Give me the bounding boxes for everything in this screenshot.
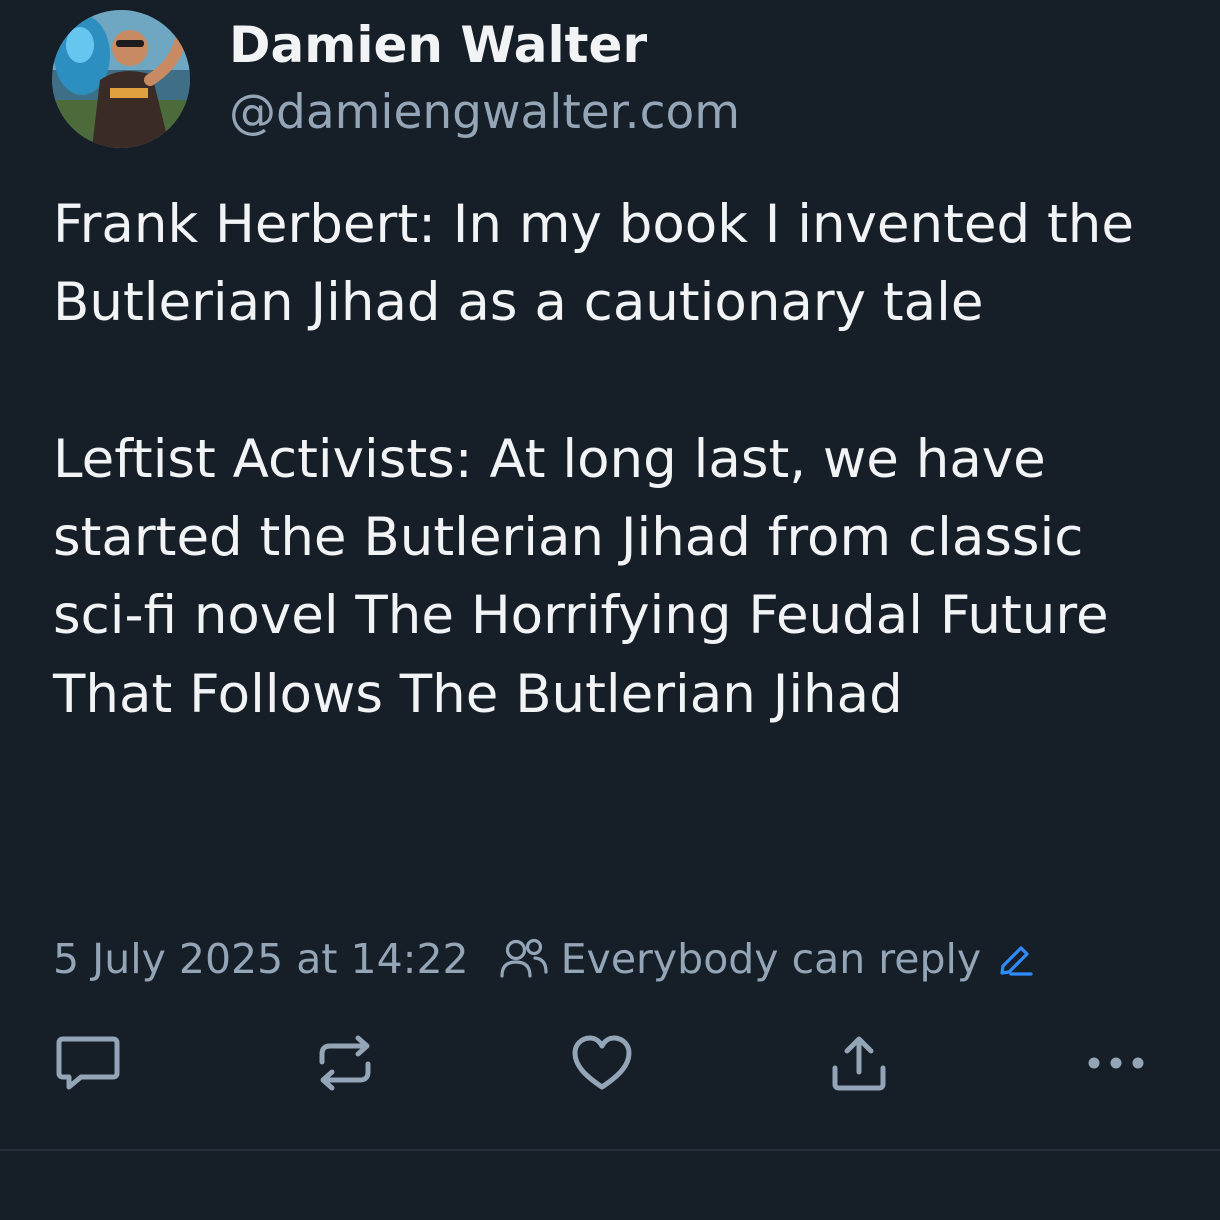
repost-button[interactable] <box>310 1030 380 1100</box>
share-button[interactable] <box>824 1030 894 1100</box>
like-button[interactable] <box>567 1030 637 1100</box>
author-handle[interactable]: @damiengwalter.com <box>229 82 740 144</box>
repost-icon <box>314 1032 376 1098</box>
divider <box>0 1149 1220 1151</box>
share-icon <box>829 1032 889 1098</box>
pencil-icon[interactable] <box>997 940 1035 978</box>
reply-button[interactable] <box>53 1030 123 1100</box>
post-timestamp: 5 July 2025 at 14:22 <box>53 935 469 983</box>
post-paragraph: Leftist Activists: At long last, we have… <box>53 428 1109 725</box>
heart-icon <box>570 1033 634 1097</box>
post-text: Frank Herbert: In my book I invented the… <box>53 186 1183 734</box>
people-icon <box>499 938 549 980</box>
post-paragraph: Frank Herbert: In my book I invented the… <box>53 194 1134 334</box>
more-icon <box>1084 1053 1148 1077</box>
post-meta: 5 July 2025 at 14:22 Everybody can reply <box>53 928 1035 990</box>
more-options-button[interactable] <box>1081 1030 1151 1100</box>
avatar-image <box>52 10 190 148</box>
post-actions <box>0 1030 1220 1100</box>
author-display-name[interactable]: Damien Walter <box>229 12 647 78</box>
avatar[interactable] <box>52 10 190 148</box>
comment-icon <box>55 1033 121 1097</box>
reply-setting-label[interactable]: Everybody can reply <box>561 935 982 983</box>
